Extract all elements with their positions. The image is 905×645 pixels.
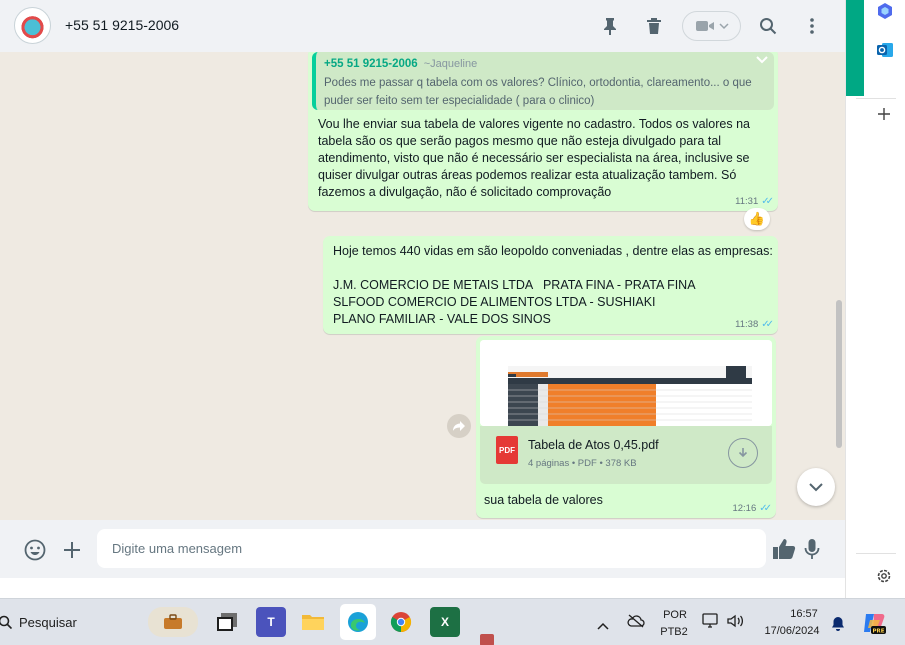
search-icon[interactable]	[754, 12, 782, 40]
message-bubble-reply[interactable]: +55 51 9215-2006 ~Jaqueline Podes me pass…	[308, 52, 778, 211]
attach-plus-icon[interactable]	[62, 540, 82, 565]
video-camera-icon	[695, 21, 714, 31]
thumbs-up-icon[interactable]	[772, 538, 796, 565]
document-preview[interactable]	[480, 340, 772, 426]
microphone-icon[interactable]	[804, 538, 820, 565]
chevron-down-icon	[809, 482, 823, 491]
download-button[interactable]	[728, 438, 758, 468]
double-check-icon: ✓✓	[761, 196, 774, 207]
chevron-down-icon	[718, 23, 729, 30]
screen: +55 51 9215-2006 +55 51 9215-2006 ~Jaque…	[0, 0, 905, 645]
settings-gear-icon[interactable]	[876, 568, 892, 589]
outlook-icon[interactable]	[876, 41, 894, 64]
add-icon[interactable]	[877, 107, 891, 126]
forward-arrow-icon	[453, 421, 465, 431]
keyboard-language[interactable]: POR	[660, 609, 690, 621]
chrome-icon[interactable]	[386, 607, 416, 637]
chevron-up-icon[interactable]	[597, 617, 609, 635]
double-check-icon: ✓✓	[761, 319, 774, 330]
pdf-page-thumbnail	[480, 340, 772, 426]
briefcase-icon[interactable]	[148, 607, 198, 637]
divider	[856, 98, 896, 99]
divider	[856, 553, 896, 554]
avatar[interactable]	[14, 7, 51, 44]
reaction-thumbs-up[interactable]: 👍	[744, 208, 770, 230]
edge-icon[interactable]	[340, 604, 376, 640]
chevron-down-icon[interactable]	[756, 56, 768, 64]
message-bubble[interactable]: Hoje temos 440 vidas em são leopoldo con…	[323, 236, 778, 334]
pin-icon[interactable]	[596, 12, 624, 40]
quote-author: +55 51 9215-2006	[324, 58, 418, 70]
teams-icon[interactable]: T	[256, 607, 286, 637]
notification-bell-icon[interactable]	[831, 616, 845, 636]
file-name: Tabela de Atos 0,45.pdf	[528, 438, 659, 452]
right-sidebar	[845, 0, 905, 598]
message-time: 12:16 ✓✓	[732, 503, 772, 514]
volume-icon[interactable]	[726, 613, 744, 634]
copilot-pre-icon[interactable]: PRE	[861, 610, 887, 641]
quoted-message[interactable]: +55 51 9215-2006 ~Jaqueline Podes me pass…	[312, 52, 774, 110]
message-input[interactable]	[97, 529, 766, 568]
excel-icon[interactable]: X	[430, 607, 460, 637]
message-text: Hoje temos 440 vidas em são leopoldo con…	[333, 244, 773, 326]
scroll-to-bottom-button[interactable]	[797, 468, 835, 506]
download-arrow-icon	[738, 448, 748, 458]
search-icon[interactable]	[0, 615, 13, 634]
clock-date[interactable]: 17/06/2024	[758, 625, 826, 637]
clock-time[interactable]: 16:57	[784, 608, 824, 620]
scrollbar-thumb[interactable]	[836, 300, 842, 448]
copilot-icon[interactable]	[876, 2, 894, 25]
menu-dots-icon[interactable]	[798, 12, 826, 40]
svg-text:PRE: PRE	[872, 628, 884, 634]
cloud-offline-icon[interactable]	[627, 614, 645, 633]
quote-text: Podes me passar q tabela com os valores?…	[324, 77, 752, 107]
forward-button[interactable]	[447, 414, 471, 438]
document-message[interactable]: PDF Tabela de Atos 0,45.pdf 4 páginas • …	[476, 336, 776, 518]
message-text: Vou lhe enviar sua tabela de valores vig…	[318, 117, 754, 199]
message-time: 11:31 ✓✓	[735, 196, 774, 207]
taskbar-search[interactable]: Pesquisar	[19, 615, 77, 630]
file-explorer-icon[interactable]	[298, 607, 328, 637]
quote-alias: ~Jaqueline	[423, 58, 478, 70]
keyboard-layout[interactable]: PTB2	[658, 626, 690, 638]
chat-window: +55 51 9215-2006 +55 51 9215-2006 ~Jaque…	[0, 0, 845, 578]
taskbar: Pesquisar T X POR PTB2 16:57 17/06/2024 …	[0, 598, 905, 645]
emoji-icon[interactable]	[24, 539, 46, 566]
message-composer	[0, 520, 845, 578]
window-edge-strip	[846, 0, 864, 96]
app-icon-partial[interactable]	[480, 634, 494, 645]
pdf-file-icon: PDF	[496, 436, 518, 464]
chat-header[interactable]: +55 51 9215-2006	[0, 0, 845, 52]
message-time: 11:38 ✓✓	[735, 319, 774, 330]
message-list[interactable]: +55 51 9215-2006 ~Jaqueline Podes me pass…	[0, 52, 845, 520]
video-call-button[interactable]	[682, 11, 741, 41]
file-meta: 4 páginas • PDF • 378 KB	[528, 458, 637, 469]
network-icon[interactable]	[702, 613, 718, 634]
double-check-icon: ✓✓	[759, 503, 772, 514]
document-caption: sua tabela de valores	[484, 493, 603, 507]
document-file-row[interactable]: PDF Tabela de Atos 0,45.pdf 4 páginas • …	[480, 426, 772, 484]
task-view-icon[interactable]	[212, 607, 242, 637]
trash-icon[interactable]	[640, 12, 668, 40]
contact-name[interactable]: +55 51 9215-2006	[65, 17, 179, 33]
